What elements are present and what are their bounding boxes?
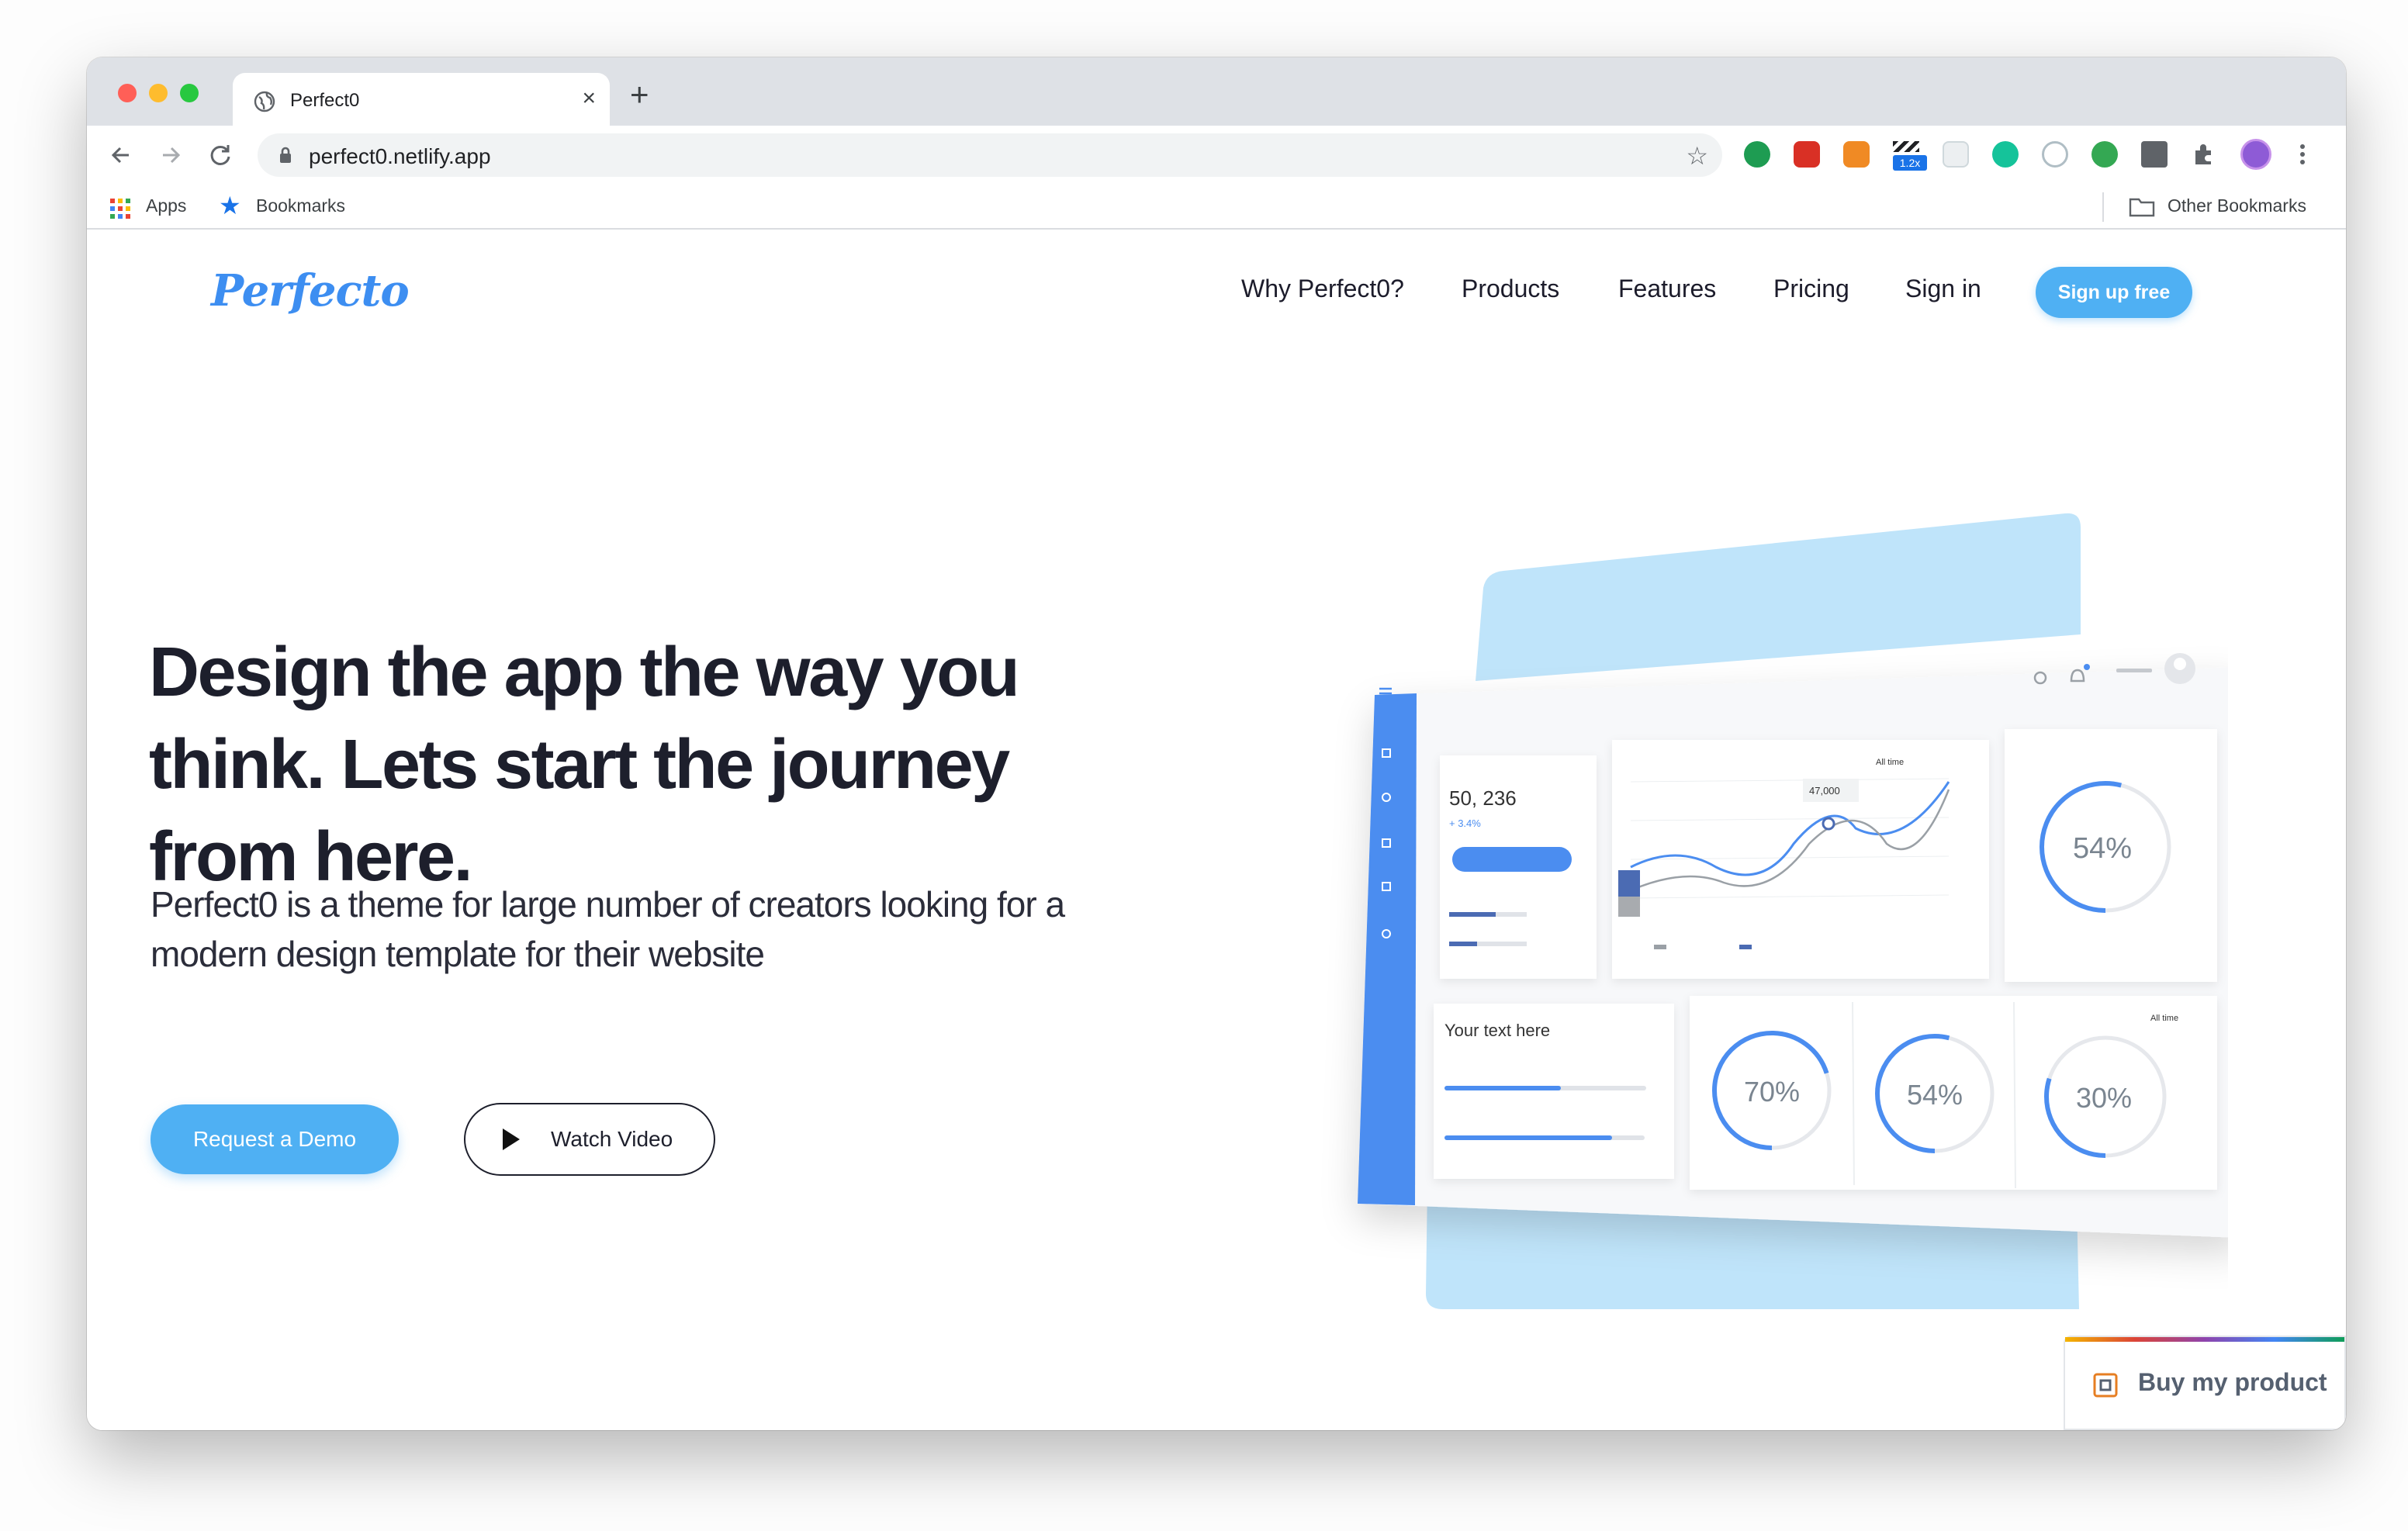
facebook-icon[interactable]	[2141, 141, 2168, 168]
zoom-window-button[interactable]	[180, 84, 199, 102]
address-bar[interactable]: perfect0.netlify.app ☆	[258, 133, 1722, 177]
extension-red-icon[interactable]	[1794, 141, 1820, 168]
donut-3-value: 30%	[2076, 1082, 2132, 1114]
metamask-fox-icon[interactable]	[1843, 141, 1870, 168]
bookmark-bookmarks[interactable]: Bookmarks	[256, 195, 345, 216]
play-icon	[503, 1128, 520, 1150]
url-text: perfect0.netlify.app	[309, 144, 491, 168]
new-tab-button[interactable]: +	[630, 76, 649, 113]
extension-grid-icon[interactable]	[1943, 141, 1969, 168]
bookmarks-star-icon: ★	[219, 192, 241, 219]
apps-grid-icon[interactable]	[110, 199, 130, 219]
donut-top-value: 54%	[2073, 832, 2132, 865]
lock-icon	[280, 147, 291, 163]
minimize-window-button[interactable]	[149, 84, 168, 102]
chart-filter: All time	[1876, 758, 1904, 767]
speed-badge: 1.2x	[1893, 155, 1927, 171]
donut-2-value: 54%	[1907, 1079, 1963, 1111]
buy-widget-color-bar	[2065, 1337, 2344, 1342]
backdrop-panel-top	[1476, 513, 2081, 681]
tab-title: Perfect0	[290, 90, 360, 111]
menu-kebab-icon[interactable]	[2295, 141, 2310, 168]
playback-speed-icon[interactable]: 1.2x	[1893, 141, 1927, 171]
sign-up-button[interactable]: Sign up free	[2036, 267, 2192, 318]
extension-b-icon[interactable]	[2091, 141, 2118, 168]
screen: Perfect0 × + perfect0.netlify.app ☆ 1.2x…	[0, 0, 2408, 1531]
chart-marker	[1822, 817, 1835, 831]
bookmarks-divider	[2102, 192, 2104, 222]
buy-my-product-widget[interactable]: Buy my product	[2064, 1336, 2346, 1430]
profile-avatar-icon[interactable]	[2240, 139, 2271, 170]
nav-pricing[interactable]: Pricing	[1773, 275, 1849, 303]
hero-subtitle: Perfect0 is a theme for large number of …	[150, 884, 1065, 974]
forward-icon[interactable]	[155, 140, 186, 171]
buy-my-product-label: Buy my product	[2138, 1368, 2327, 1396]
nav-why[interactable]: Why Perfect0?	[1241, 275, 1404, 303]
browser-tab[interactable]: Perfect0 ×	[233, 73, 610, 126]
chart-peak: 47,000	[1809, 785, 1840, 797]
close-tab-icon[interactable]: ×	[582, 85, 596, 112]
stat-button	[1452, 847, 1572, 872]
grammarly-icon[interactable]	[1992, 141, 2019, 168]
stat-change: + 3.4%	[1449, 817, 1481, 829]
browser-window: Perfect0 × + perfect0.netlify.app ☆ 1.2x…	[87, 57, 2346, 1430]
watch-video-button[interactable]: Watch Video	[464, 1103, 715, 1176]
nav-features[interactable]: Features	[1618, 275, 1716, 303]
bookmarks-bar: Apps ★ Bookmarks Other Bookmarks	[87, 185, 2346, 230]
folder-icon	[2129, 198, 2155, 217]
gumroad-icon	[2093, 1373, 2118, 1398]
donut-1-value: 70%	[1744, 1076, 1800, 1108]
web-page: Perfecto Why Perfect0? Products Features…	[87, 231, 2346, 1430]
dashboard-illustration: 50, 236 + 3.4% All time 47,000 54% Your …	[1358, 513, 2228, 1309]
progress-bar-1	[1444, 1086, 1561, 1090]
bookmark-apps[interactable]: Apps	[146, 195, 186, 216]
dashboard-sidebar	[1358, 693, 1417, 1205]
request-demo-button[interactable]: Request a Demo	[150, 1104, 399, 1174]
stat-value: 50, 236	[1449, 786, 1517, 810]
nav-sign-in[interactable]: Sign in	[1905, 275, 1981, 303]
extensions-puzzle-icon[interactable]	[2191, 141, 2217, 168]
extension-circle-icon[interactable]	[2042, 141, 2068, 168]
bottom-filter: All time	[2150, 1014, 2178, 1023]
text-card-title: Your text here	[1444, 1021, 1550, 1040]
close-window-button[interactable]	[118, 84, 137, 102]
progress-bar-2	[1444, 1135, 1612, 1140]
tab-strip: Perfect0 × +	[87, 57, 2346, 126]
browser-toolbar: perfect0.netlify.app ☆ 1.2x	[87, 126, 2346, 185]
back-icon[interactable]	[106, 140, 137, 171]
bookmark-star-icon[interactable]: ☆	[1686, 141, 1708, 171]
extension-green-icon[interactable]	[1744, 141, 1770, 168]
site-logo[interactable]: Perfecto	[211, 265, 410, 316]
globe-icon	[254, 91, 275, 112]
watch-video-label: Watch Video	[551, 1127, 673, 1151]
reload-icon[interactable]	[205, 140, 236, 171]
nav-products[interactable]: Products	[1462, 275, 1559, 303]
bookmark-other[interactable]: Other Bookmarks	[2168, 195, 2306, 216]
hero-title: Design the app the way you think. Lets s…	[149, 634, 1020, 896]
